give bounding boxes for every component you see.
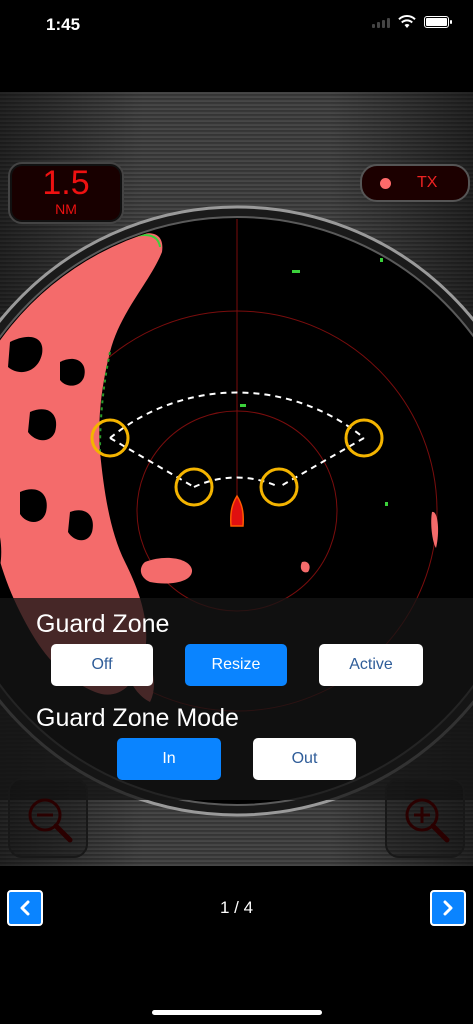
page-indicator: 1 / 4	[219, 898, 254, 917]
home-indicator[interactable]	[152, 1010, 322, 1015]
guard-zone-active-button[interactable]: Active	[319, 644, 423, 686]
status-time: 1:45	[46, 15, 81, 34]
range-unit: NM	[55, 201, 77, 217]
status-bar: 1:45	[0, 0, 473, 54]
wifi-icon	[398, 15, 416, 28]
range-value: 1.5	[42, 164, 90, 202]
guard-zone-mode-out-button[interactable]: Out	[253, 738, 356, 780]
guard-zone-off-button[interactable]: Off	[51, 644, 153, 686]
zoom-out-button[interactable]	[8, 778, 88, 858]
signal-icon	[372, 16, 390, 28]
guard-zone-panel: Guard Zone Off Resize Active Guard Zone …	[0, 598, 473, 800]
guard-zone-title: Guard Zone	[36, 610, 170, 638]
pager-bar: 1 / 4	[0, 866, 473, 932]
guard-zone-mode-in-button[interactable]: In	[117, 738, 221, 780]
tx-toggle[interactable]: TX	[360, 164, 470, 202]
battery-icon	[424, 16, 452, 28]
range-display[interactable]: 1.5 NM	[8, 162, 124, 224]
zoom-out-icon	[28, 798, 73, 843]
status-icons	[372, 15, 452, 29]
zoom-in-button[interactable]	[385, 778, 465, 858]
chevron-right-icon	[443, 900, 453, 916]
tx-status-dot	[380, 177, 391, 189]
guard-zone-resize-button[interactable]: Resize	[185, 644, 287, 686]
guard-zone-mode-title: Guard Zone Mode	[36, 704, 239, 732]
radar-screen: 1.5 NM TX Guard Zone Off Resize Active G…	[0, 92, 473, 932]
zoom-in-icon	[405, 798, 450, 843]
next-page-button[interactable]	[430, 890, 466, 926]
tx-label: TX	[417, 174, 438, 191]
